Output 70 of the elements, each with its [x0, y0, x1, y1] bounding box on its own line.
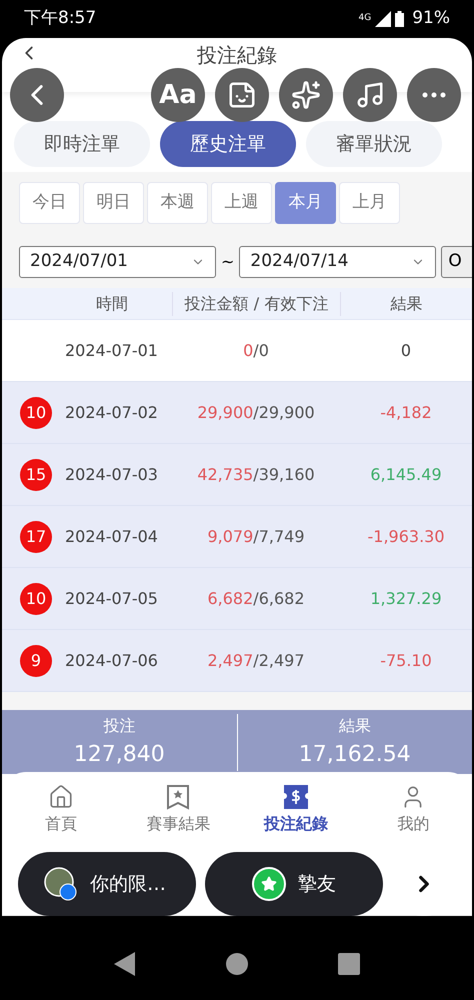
- result-cell-text: -1,963.30: [366, 526, 446, 548]
- date-cell-text: 2024-07-06: [65, 650, 158, 672]
- period-button[interactable]: 上週: [211, 182, 272, 224]
- table-row[interactable]: 17 2024-07-04 9,079/7,749 -1,963.30: [2, 506, 472, 568]
- table-row[interactable]: 2024-07-01 0/0 0: [2, 320, 472, 382]
- count-badge: 9: [20, 644, 52, 676]
- nav-item[interactable]: 首頁: [2, 784, 120, 836]
- sparkle-icon: [291, 80, 321, 110]
- column-header: 結果: [340, 292, 472, 316]
- table-row[interactable]: 9 2024-07-06 2,497/2,497 -75.10: [2, 630, 472, 692]
- battery-icon: [395, 11, 404, 27]
- result-cell-text: -4,182: [379, 402, 433, 424]
- friends-bubble[interactable]: 摯友: [205, 852, 383, 916]
- date-select[interactable]: 2024/07/01: [19, 246, 216, 278]
- summary-value: 17,162.54: [298, 740, 411, 768]
- column-header: 投注金額 / 有效下注: [172, 292, 340, 316]
- count-badge: 17: [20, 520, 52, 552]
- amount-cell-text: 0/0: [242, 340, 270, 362]
- back-nav-icon[interactable]: [114, 952, 136, 976]
- date-cell-text: 2024-07-02: [65, 402, 158, 424]
- date-cell-text: 2024-07-03: [65, 464, 158, 486]
- signal-icon: [375, 11, 392, 27]
- amount-cell-text: 6,682/6,682: [206, 588, 306, 610]
- avatar-icon: [44, 867, 78, 901]
- more-icon: [422, 92, 446, 98]
- amount-cell-text: 42,735/39,160: [196, 464, 316, 486]
- amount-cell-text: 9,079/7,749: [206, 526, 306, 548]
- date-select[interactable]: 2024/07/14: [239, 246, 436, 278]
- table-row[interactable]: 10 2024-07-05 6,682/6,682 1,327.29: [2, 568, 472, 630]
- amount-cell-text: 2,497/2,497: [206, 650, 306, 672]
- count-badge: 10: [20, 396, 52, 428]
- date-cell-text: 2024-07-05: [65, 588, 158, 610]
- date-cell-text: 2024-07-01: [65, 340, 158, 362]
- tab[interactable]: 歷史注單: [160, 121, 296, 167]
- period-button[interactable]: 今日: [19, 182, 80, 224]
- status-time: 下午8:57: [24, 7, 96, 30]
- tab[interactable]: 審單狀況: [306, 121, 442, 167]
- battery-level: 91%: [412, 7, 450, 30]
- column-header: 時間: [95, 292, 129, 314]
- ticket-dollar-icon: [282, 784, 309, 810]
- period-button[interactable]: 本週: [147, 182, 208, 224]
- nav-item[interactable]: 投注紀錄: [237, 784, 354, 836]
- story-bubble[interactable]: 你的限…: [18, 852, 196, 916]
- nav-item[interactable]: 賽事結果: [120, 784, 237, 836]
- bookmark-star-icon: [166, 784, 190, 810]
- date-cell-text: 2024-07-04: [65, 526, 158, 548]
- result-cell-text: 1,327.29: [369, 588, 443, 610]
- ok-button[interactable]: O: [441, 246, 472, 278]
- period-button[interactable]: 明日: [83, 182, 144, 224]
- network-label: 4G: [358, 12, 372, 26]
- count-badge: 10: [20, 582, 52, 614]
- table-row[interactable]: 15 2024-07-03 42,735/39,160 6,145.49: [2, 444, 472, 506]
- sticker-icon: [227, 80, 257, 110]
- nav-item[interactable]: 我的: [354, 784, 472, 836]
- summary-value: 127,840: [74, 740, 165, 768]
- home-icon: [48, 784, 74, 810]
- result-cell-text: 0: [400, 340, 412, 362]
- table-row[interactable]: 10 2024-07-02 29,900/29,900 -4,182: [2, 382, 472, 444]
- period-button[interactable]: 上月: [339, 182, 400, 224]
- summary-label: 結果: [338, 714, 371, 736]
- range-separator: ~: [221, 251, 234, 273]
- home-nav-icon[interactable]: [226, 953, 248, 975]
- amount-cell-text: 29,900/29,900: [196, 402, 316, 424]
- result-cell-text: 6,145.49: [369, 464, 443, 486]
- music-icon: [355, 80, 385, 110]
- tab[interactable]: 即時注單: [14, 121, 150, 167]
- count-badge: 15: [20, 458, 52, 490]
- result-cell-text: -75.10: [379, 650, 433, 672]
- page-title: 投注紀錄: [197, 42, 277, 68]
- summary-label: 投注: [103, 714, 136, 736]
